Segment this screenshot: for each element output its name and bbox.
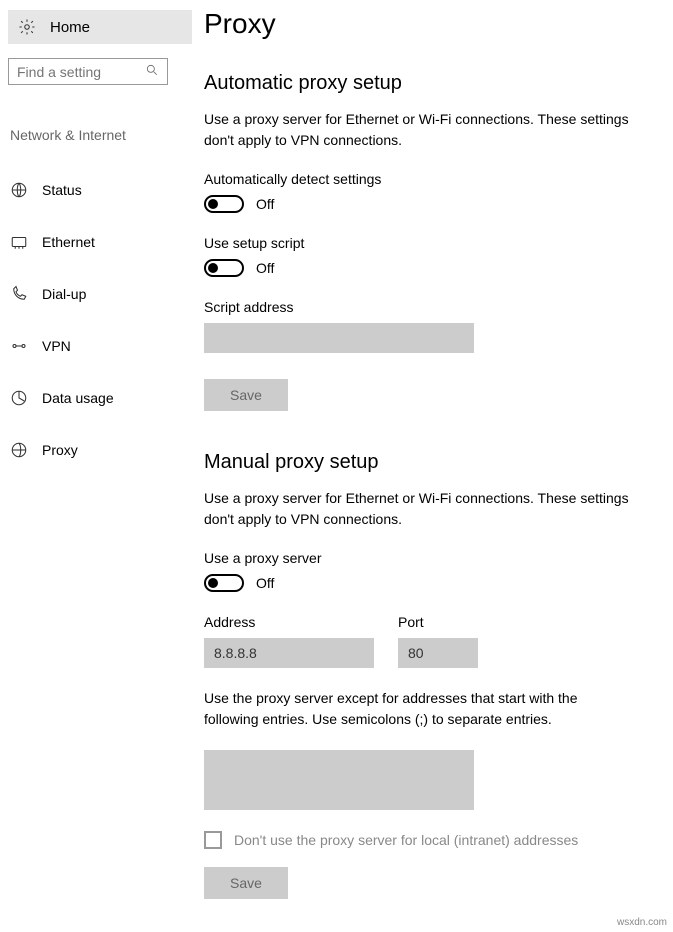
script-address-label: Script address: [204, 299, 663, 315]
sidebar-item-label: Proxy: [42, 442, 78, 458]
sidebar-item-ethernet[interactable]: Ethernet: [8, 221, 192, 263]
sidebar-item-vpn[interactable]: VPN: [8, 325, 192, 367]
script-label: Use setup script: [204, 235, 663, 251]
data-usage-icon: [10, 389, 28, 407]
script-address-input[interactable]: [204, 323, 474, 353]
auto-description: Use a proxy server for Ethernet or Wi-Fi…: [204, 109, 634, 151]
watermark: wsxdn.com: [617, 917, 667, 928]
script-state: Off: [256, 260, 274, 276]
use-proxy-label: Use a proxy server: [204, 550, 663, 566]
search-box[interactable]: [8, 58, 168, 85]
sidebar-item-label: VPN: [42, 338, 71, 354]
auto-heading: Automatic proxy setup: [204, 72, 663, 95]
sidebar-item-status[interactable]: Status: [8, 169, 192, 211]
home-label: Home: [50, 19, 90, 36]
page-title: Proxy: [204, 8, 663, 40]
globe-icon: [10, 181, 28, 199]
port-input[interactable]: [398, 638, 478, 668]
section-label: Network & Internet: [8, 127, 192, 143]
sidebar-item-dialup[interactable]: Dial-up: [8, 273, 192, 315]
address-label: Address: [204, 614, 374, 630]
main-content: Proxy Automatic proxy setup Use a proxy …: [200, 0, 673, 919]
use-proxy-state: Off: [256, 575, 274, 591]
ethernet-icon: [10, 233, 28, 251]
phone-icon: [10, 285, 28, 303]
use-proxy-toggle[interactable]: [204, 574, 244, 592]
manual-heading: Manual proxy setup: [204, 451, 663, 474]
sidebar-item-proxy[interactable]: Proxy: [8, 429, 192, 471]
proxy-icon: [10, 441, 28, 459]
except-input[interactable]: [204, 750, 474, 810]
sidebar-item-label: Ethernet: [42, 234, 95, 250]
search-input[interactable]: [17, 64, 137, 80]
nav-list: Status Ethernet Dial-up VPN Data usage P…: [8, 169, 192, 471]
sidebar-item-label: Data usage: [42, 390, 114, 406]
sidebar-item-label: Status: [42, 182, 82, 198]
address-input[interactable]: [204, 638, 374, 668]
gear-icon: [18, 18, 36, 36]
sidebar-item-label: Dial-up: [42, 286, 86, 302]
bypass-local-label: Don't use the proxy server for local (in…: [234, 832, 578, 848]
manual-save-button[interactable]: Save: [204, 867, 288, 899]
auto-detect-state: Off: [256, 196, 274, 212]
sidebar-item-datausage[interactable]: Data usage: [8, 377, 192, 419]
auto-save-button[interactable]: Save: [204, 379, 288, 411]
search-icon: [145, 63, 159, 80]
vpn-icon: [10, 337, 28, 355]
port-label: Port: [398, 614, 478, 630]
auto-detect-toggle[interactable]: [204, 195, 244, 213]
except-text: Use the proxy server except for addresse…: [204, 688, 634, 730]
home-button[interactable]: Home: [8, 10, 192, 44]
manual-description: Use a proxy server for Ethernet or Wi-Fi…: [204, 488, 634, 530]
sidebar: Home Network & Internet Status Ethernet …: [0, 0, 200, 919]
auto-detect-label: Automatically detect settings: [204, 171, 663, 187]
bypass-local-checkbox[interactable]: [204, 831, 222, 849]
script-toggle[interactable]: [204, 259, 244, 277]
